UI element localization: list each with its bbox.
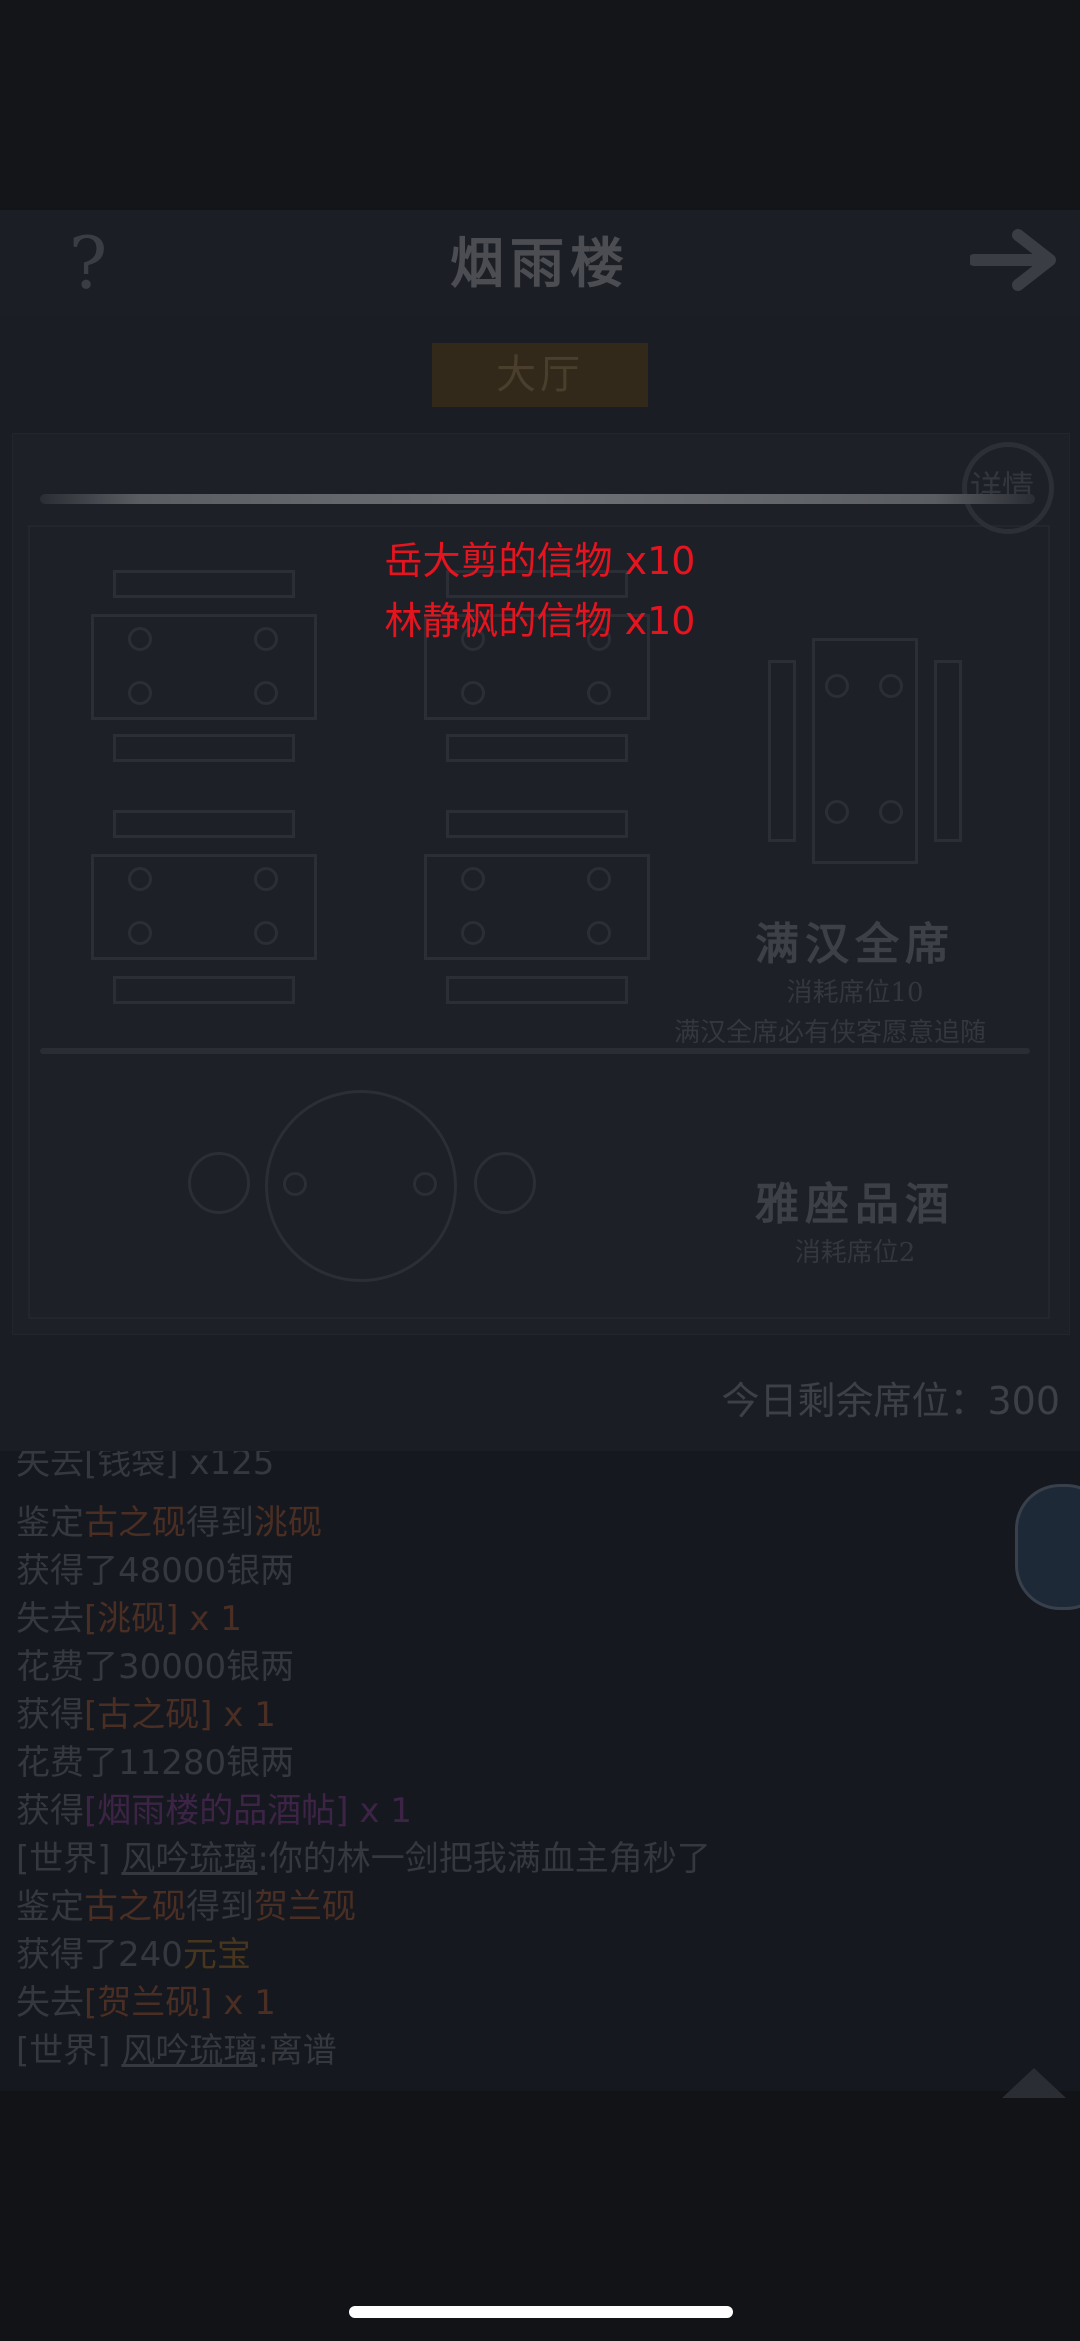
bench bbox=[446, 734, 628, 762]
seat-dot bbox=[825, 800, 849, 824]
chat-line: 失去[贺兰砚] x 1 bbox=[16, 1983, 276, 2023]
chat-line: 获得了48000银两 bbox=[16, 1551, 295, 1591]
seat-dot bbox=[254, 867, 278, 891]
tab-hall[interactable]: 大厅 bbox=[432, 343, 648, 407]
bench bbox=[113, 734, 295, 762]
seat-dot bbox=[587, 681, 611, 705]
seat-dot bbox=[825, 674, 849, 698]
arrow-right-icon[interactable] bbox=[970, 225, 1062, 295]
seat-dot bbox=[461, 921, 485, 945]
chat-line: 失去[洮砚] x 1 bbox=[16, 1599, 242, 1639]
seat-dot bbox=[128, 681, 152, 705]
seat-dot bbox=[879, 674, 903, 698]
floating-avatar-icon[interactable] bbox=[1015, 1484, 1080, 1610]
chat-line: [世界] 风吟琉璃:你的林一剑把我满血主角秒了 bbox=[16, 1839, 711, 1879]
bench bbox=[446, 976, 628, 1004]
wine-title[interactable]: 雅座品酒 bbox=[690, 1168, 1020, 1232]
table bbox=[424, 854, 650, 960]
chat-line: [世界] 风吟琉璃:离谱 bbox=[16, 2031, 337, 2071]
chat-log[interactable]: 失去[钱袋] x125 鉴定古之砚得到洮砚 获得了48000银两 失去[洮砚] … bbox=[0, 1451, 1080, 2091]
bench bbox=[768, 660, 796, 842]
seat-dot bbox=[879, 800, 903, 824]
seat-dot bbox=[461, 867, 485, 891]
page-title: 烟雨楼 bbox=[450, 231, 630, 295]
seat-dot bbox=[254, 681, 278, 705]
seats-remaining: 今日剩余席位：300 bbox=[721, 1379, 1060, 1423]
seat-dot bbox=[587, 921, 611, 945]
table bbox=[812, 638, 918, 864]
banquet-note: 满汉全席必有侠客愿意追随 bbox=[673, 1018, 986, 1048]
chevron-up-icon[interactable] bbox=[1002, 2068, 1066, 2098]
banquet-title[interactable]: 满汉全席 bbox=[690, 908, 1020, 972]
seat-dot bbox=[413, 1172, 437, 1196]
status-area bbox=[0, 0, 1080, 210]
chat-line: 获得[烟雨楼的品酒帖] x 1 bbox=[16, 1791, 412, 1831]
seat-dot bbox=[587, 867, 611, 891]
banquet-cost: 消耗席位10 bbox=[786, 978, 924, 1008]
chat-line: 获得了240元宝 bbox=[16, 1935, 251, 1975]
chat-line: 获得[古之砚] x 1 bbox=[16, 1695, 276, 1735]
question-icon[interactable]: ? bbox=[58, 218, 118, 308]
reward-text: 林静枫的信物 x10 bbox=[384, 599, 696, 643]
table bbox=[91, 854, 317, 960]
bench bbox=[446, 810, 628, 838]
seat-dot bbox=[254, 921, 278, 945]
brush-divider-top bbox=[40, 494, 1035, 504]
chat-line: 花费了30000银两 bbox=[16, 1647, 295, 1687]
seat-dot bbox=[461, 681, 485, 705]
chat-line: 鉴定古之砚得到贺兰砚 bbox=[16, 1887, 356, 1927]
bench bbox=[934, 660, 962, 842]
chat-line: 失去[钱袋] x125 bbox=[16, 1451, 275, 1483]
reward-text: 岳大剪的信物 x10 bbox=[384, 539, 696, 583]
stool bbox=[474, 1152, 536, 1214]
seat-dot bbox=[283, 1172, 307, 1196]
home-indicator[interactable] bbox=[349, 2306, 733, 2318]
seat-dot bbox=[128, 921, 152, 945]
bench bbox=[113, 976, 295, 1004]
chat-line: 鉴定古之砚得到洮砚 bbox=[16, 1503, 322, 1543]
stool bbox=[188, 1152, 250, 1214]
bench bbox=[113, 810, 295, 838]
wine-cost: 消耗席位2 bbox=[794, 1238, 916, 1268]
seat-dot bbox=[128, 867, 152, 891]
chat-line: 花费了11280银两 bbox=[16, 1743, 295, 1783]
